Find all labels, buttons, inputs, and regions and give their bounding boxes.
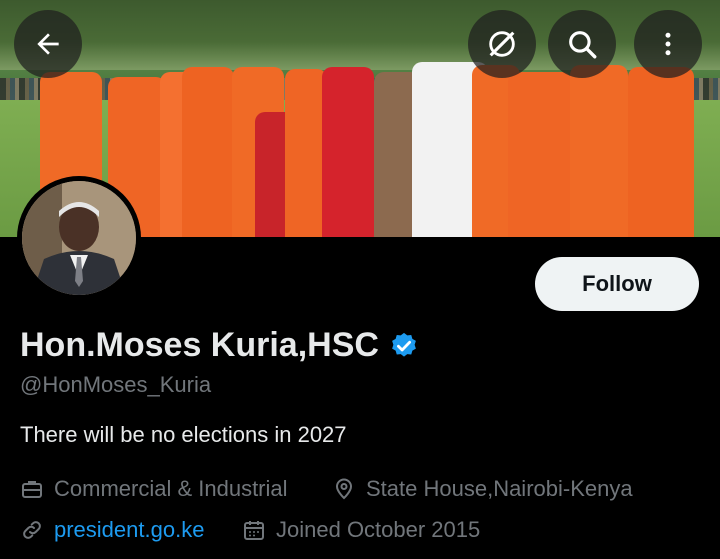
slash-circle-icon bbox=[489, 31, 515, 57]
verified-badge-icon[interactable] bbox=[389, 331, 419, 361]
more-vertical-icon bbox=[665, 32, 671, 56]
search-button[interactable] bbox=[548, 10, 616, 78]
profile-bio: There will be no elections in 2027 bbox=[20, 422, 347, 447]
profile-handle: @HonMoses_Kuria bbox=[20, 372, 212, 397]
profile-location: State House,Nairobi-Kenya bbox=[332, 476, 633, 502]
banner-player bbox=[322, 67, 374, 237]
avatar-image bbox=[22, 181, 136, 295]
profile-name: Hon.Moses Kuria,HSC bbox=[20, 326, 419, 365]
website-link[interactable]: president.go.ke bbox=[54, 517, 204, 543]
banner-player bbox=[508, 72, 572, 237]
profile-avatar[interactable] bbox=[17, 176, 141, 300]
profile-website[interactable]: president.go.ke bbox=[20, 517, 204, 543]
avatar-portrait bbox=[22, 181, 136, 295]
profile-joined: Joined October 2015 bbox=[242, 517, 480, 543]
category-text: Commercial & Industrial bbox=[54, 476, 288, 501]
link-icon bbox=[23, 521, 41, 539]
banner-player bbox=[628, 67, 694, 237]
location-text: State House,Nairobi-Kenya bbox=[366, 476, 633, 501]
arrow-left-icon bbox=[37, 33, 59, 55]
location-pin-icon bbox=[335, 478, 353, 500]
more-button[interactable] bbox=[634, 10, 702, 78]
follow-button[interactable]: Follow bbox=[535, 257, 699, 311]
banner-player bbox=[182, 67, 234, 237]
briefcase-icon bbox=[22, 481, 42, 498]
search-icon bbox=[569, 31, 597, 59]
profile-name-text: Hon.Moses Kuria,HSC bbox=[20, 326, 379, 364]
back-button[interactable] bbox=[14, 10, 82, 78]
profile-category: Commercial & Industrial bbox=[20, 476, 288, 502]
banner-player bbox=[570, 65, 628, 237]
joined-text: Joined October 2015 bbox=[276, 517, 481, 542]
banner-player bbox=[285, 69, 327, 237]
calendar-icon bbox=[244, 521, 264, 540]
grok-button[interactable] bbox=[468, 10, 536, 78]
